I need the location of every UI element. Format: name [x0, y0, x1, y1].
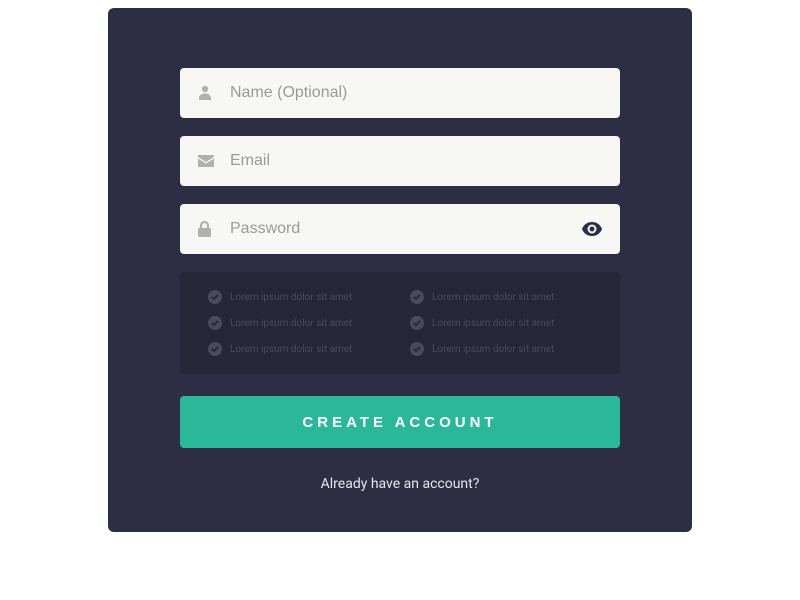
- password-input[interactable]: [180, 204, 620, 254]
- password-requirements: Lorem ipsum dolor sit amet Lorem ipsum d…: [180, 272, 620, 374]
- signup-card: Lorem ipsum dolor sit amet Lorem ipsum d…: [108, 8, 692, 532]
- lock-icon: [198, 221, 211, 237]
- person-icon: [198, 85, 212, 101]
- email-input[interactable]: [180, 136, 620, 186]
- check-circle-icon: [208, 290, 222, 304]
- requirement-text: Lorem ipsum dolor sit amet: [432, 344, 554, 355]
- requirement-item: Lorem ipsum dolor sit amet: [208, 342, 390, 356]
- check-circle-icon: [208, 316, 222, 330]
- requirement-text: Lorem ipsum dolor sit amet: [230, 344, 352, 355]
- requirement-item: Lorem ipsum dolor sit amet: [410, 290, 592, 304]
- check-circle-icon: [410, 290, 424, 304]
- check-circle-icon: [208, 342, 222, 356]
- name-input[interactable]: [180, 68, 620, 118]
- requirement-item: Lorem ipsum dolor sit amet: [208, 290, 390, 304]
- eye-icon[interactable]: [582, 222, 602, 236]
- requirement-item: Lorem ipsum dolor sit amet: [410, 342, 592, 356]
- email-input-group: [180, 136, 620, 186]
- email-icon: [198, 155, 214, 167]
- requirement-item: Lorem ipsum dolor sit amet: [410, 316, 592, 330]
- check-circle-icon: [410, 342, 424, 356]
- requirement-item: Lorem ipsum dolor sit amet: [208, 316, 390, 330]
- name-input-group: [180, 68, 620, 118]
- requirement-text: Lorem ipsum dolor sit amet: [432, 292, 554, 303]
- login-link[interactable]: Already have an account?: [180, 476, 620, 492]
- create-account-button[interactable]: CREATE ACCOUNT: [180, 396, 620, 448]
- check-circle-icon: [410, 316, 424, 330]
- password-input-group: [180, 204, 620, 254]
- requirement-text: Lorem ipsum dolor sit amet: [230, 292, 352, 303]
- requirement-text: Lorem ipsum dolor sit amet: [230, 318, 352, 329]
- requirement-text: Lorem ipsum dolor sit amet: [432, 318, 554, 329]
